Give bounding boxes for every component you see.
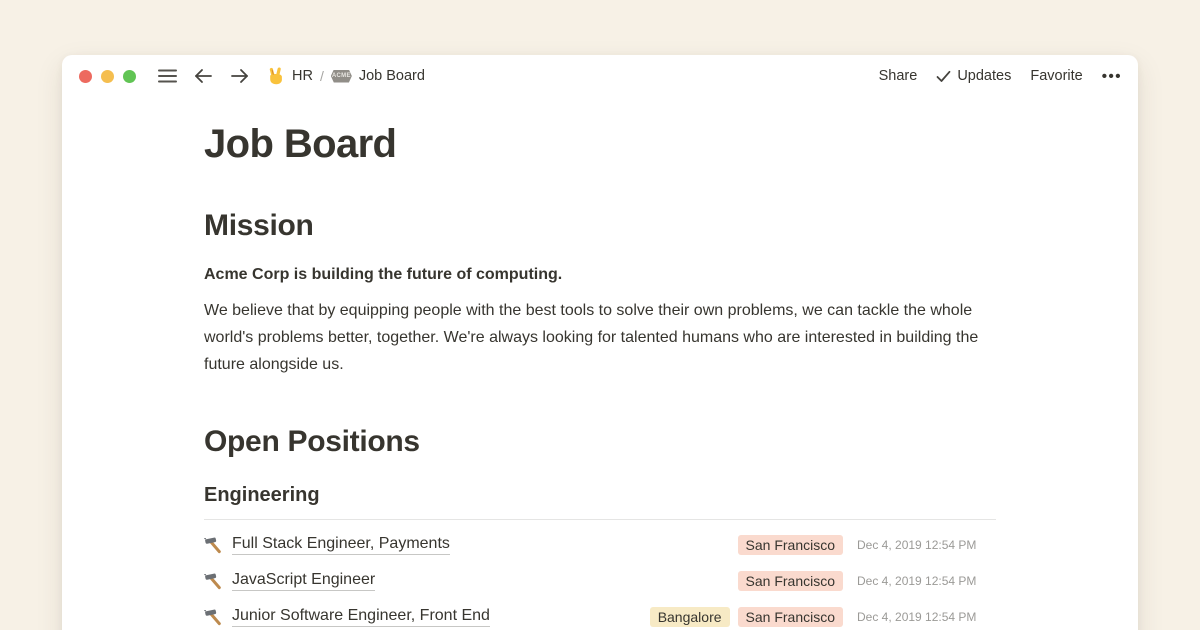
page-title: Job Board — [204, 121, 996, 167]
desktop-background: HR / ACME Job Board Share — [0, 0, 1200, 630]
acme-logo-icon: ACME — [331, 70, 352, 83]
close-window-button[interactable] — [79, 70, 92, 83]
mission-body-text: We believe that by equipping people with… — [204, 297, 996, 378]
job-list: Full Stack Engineer, Payments San Franci… — [204, 527, 996, 630]
more-options-button[interactable]: ••• — [1102, 68, 1122, 85]
job-date[interactable]: Dec 4, 2019 12:54 PM — [857, 574, 996, 588]
location-tags: San Francisco — [738, 535, 843, 555]
tag-bangalore[interactable]: Bangalore — [650, 607, 730, 627]
favorite-button[interactable]: Favorite — [1030, 68, 1082, 84]
breadcrumb-item-hr[interactable]: HR — [267, 67, 313, 85]
share-button[interactable]: Share — [879, 68, 918, 84]
engineering-group-heading: Engineering — [204, 483, 996, 507]
page-content: Job Board Mission Acme Corp is building … — [204, 121, 996, 630]
breadcrumb-separator: / — [320, 68, 324, 84]
hammer-icon — [204, 608, 222, 626]
hammer-icon — [204, 536, 222, 554]
zoom-window-button[interactable] — [123, 70, 136, 83]
updates-button[interactable]: Updates — [936, 68, 1011, 84]
job-row: Junior Software Engineer, Front End Bang… — [204, 599, 996, 630]
topbar-actions: Share Updates Favorite ••• — [879, 68, 1122, 85]
traffic-lights — [79, 70, 136, 83]
victory-hand-icon — [267, 67, 285, 85]
job-date[interactable]: Dec 4, 2019 12:54 PM — [857, 538, 996, 552]
minimize-window-button[interactable] — [101, 70, 114, 83]
location-tags: Bangalore San Francisco — [650, 607, 843, 627]
tag-san-francisco[interactable]: San Francisco — [738, 535, 843, 555]
job-date[interactable]: Dec 4, 2019 12:54 PM — [857, 610, 996, 624]
acme-badge-text: ACME — [332, 73, 351, 79]
window-topbar: HR / ACME Job Board Share — [62, 55, 1138, 93]
tag-san-francisco[interactable]: San Francisco — [738, 607, 843, 627]
job-link[interactable]: JavaScript Engineer — [232, 571, 375, 591]
breadcrumb-label: Job Board — [359, 68, 425, 84]
checkmark-icon — [936, 70, 951, 83]
section-divider — [204, 519, 996, 520]
sidebar-menu-icon[interactable] — [155, 64, 179, 88]
location-tags: San Francisco — [738, 571, 843, 591]
open-positions-heading: Open Positions — [204, 424, 996, 460]
forward-icon[interactable] — [227, 64, 251, 88]
tag-san-francisco[interactable]: San Francisco — [738, 571, 843, 591]
back-icon[interactable] — [191, 64, 215, 88]
mission-heading: Mission — [204, 208, 996, 244]
job-row: Full Stack Engineer, Payments San Franci… — [204, 527, 996, 563]
mission-lead-text: Acme Corp is building the future of comp… — [204, 264, 996, 286]
job-row: JavaScript Engineer San Francisco Dec 4,… — [204, 563, 996, 599]
breadcrumb-label: HR — [292, 68, 313, 84]
hammer-icon — [204, 572, 222, 590]
breadcrumb-item-job-board[interactable]: ACME Job Board — [331, 68, 425, 84]
updates-label: Updates — [957, 68, 1011, 84]
notion-window: HR / ACME Job Board Share — [62, 55, 1138, 630]
breadcrumb: HR / ACME Job Board — [267, 67, 425, 85]
job-link[interactable]: Full Stack Engineer, Payments — [232, 535, 450, 555]
job-link[interactable]: Junior Software Engineer, Front End — [232, 607, 490, 627]
